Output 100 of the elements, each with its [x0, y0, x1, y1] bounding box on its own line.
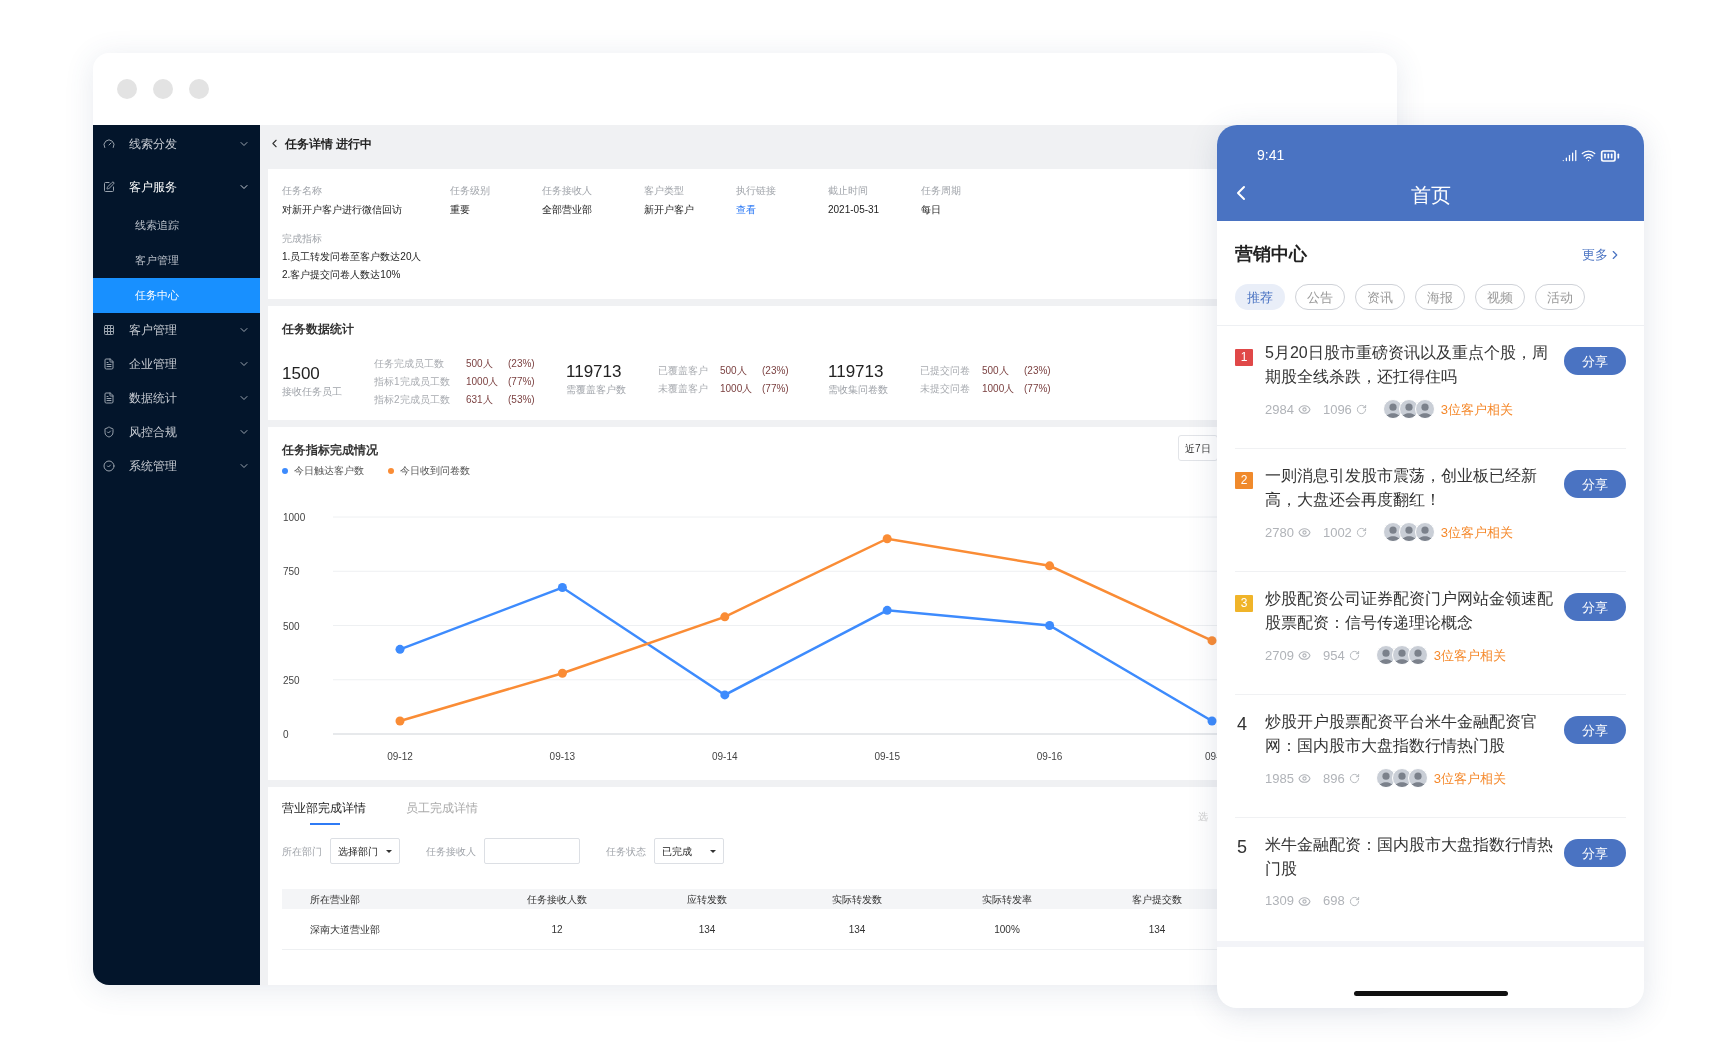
- stat-count: 631人: [466, 393, 494, 407]
- rank-number: 4: [1236, 714, 1247, 735]
- eye-icon: [1297, 402, 1311, 416]
- data-point: [720, 612, 730, 622]
- axis-label: 09-14: [712, 751, 738, 762]
- table-cell-text: 12: [551, 922, 563, 937]
- section-title: 营销中心: [1235, 243, 1307, 267]
- menu-icon: [103, 358, 115, 370]
- field-label: 截止时间: [828, 184, 869, 198]
- share-button[interactable]: 分享: [1564, 716, 1626, 745]
- nav-title: 首页: [1410, 183, 1451, 208]
- data-point: [395, 644, 405, 654]
- table-cell-text: 100%: [994, 922, 1020, 937]
- sidebar-item[interactable]: 企业管理: [93, 347, 260, 381]
- submenu-item[interactable]: 客户管理: [93, 243, 260, 278]
- column-header: 实际转发率: [982, 892, 1032, 907]
- column-header: 任务接收人数: [527, 892, 587, 907]
- field-label: 执行链接: [736, 184, 776, 198]
- article-title: 炒股开户股票配资平台米牛金融配资官网：国内股市大盘指数行情热门股: [1265, 712, 1538, 757]
- stat-percent: (77%): [1024, 382, 1051, 396]
- field-value: 对新开户客户进行微信回访: [282, 203, 402, 217]
- caret-icon: [386, 849, 392, 853]
- stat-label: 已提交问卷: [920, 364, 971, 378]
- rank-badge: 2: [1235, 471, 1253, 489]
- tab[interactable]: 营业部完成详情: [282, 799, 366, 825]
- related-customers: 3位客户相关: [1440, 523, 1514, 542]
- category-chip[interactable]: 推荐: [1235, 284, 1285, 311]
- article-title: 一则消息引发股市震荡，创业板已经新高，大盘还会再度翻红！: [1265, 466, 1538, 511]
- field-value: 全部营业部: [542, 203, 592, 217]
- share-button[interactable]: 分享: [1564, 347, 1626, 376]
- rank-badge: 1: [1235, 348, 1253, 366]
- axis-label: 09-13: [549, 751, 576, 762]
- data-point: [1045, 621, 1055, 630]
- axis-label: 500: [283, 620, 300, 632]
- data-point: [1045, 561, 1055, 571]
- share-icon: [1348, 649, 1360, 661]
- field-label: 任务级别: [450, 184, 490, 198]
- stat-count: 1000人: [982, 382, 1016, 396]
- stat-label: 指标1完成员工数: [374, 375, 451, 389]
- filter-label: 所在部门: [282, 844, 322, 859]
- legend-label: 今日收到问卷数: [400, 464, 470, 478]
- stat-value: 119713: [566, 362, 623, 382]
- stat-percent: (77%): [508, 375, 535, 389]
- avatar: [1407, 645, 1428, 666]
- eye-icon: [1297, 894, 1311, 908]
- column-header: 应转发数: [687, 892, 727, 907]
- data-point: [1207, 716, 1217, 726]
- related-customers: 3位客户相关: [1433, 769, 1506, 788]
- page-title: 任务详情 进行中: [285, 135, 373, 153]
- view-count: 1309: [1265, 892, 1294, 911]
- axis-label: 1000: [283, 512, 306, 523]
- sidebar-item[interactable]: 数据统计: [93, 381, 260, 415]
- stat-count: 500人: [466, 357, 494, 371]
- data-point: [557, 668, 567, 678]
- share-button[interactable]: 分享: [1564, 839, 1626, 868]
- stat-label: 指标2完成员工数: [374, 393, 451, 407]
- more-link[interactable]: 更多: [1582, 245, 1622, 265]
- eye-icon: [1297, 771, 1311, 785]
- sidebar-item[interactable]: 系统管理: [93, 449, 260, 483]
- column-header: 实际转发数: [832, 892, 882, 907]
- select-field[interactable]: 选择部门: [330, 838, 400, 864]
- sidebar-item[interactable]: 客户管理: [93, 313, 260, 347]
- view-count: 2984: [1265, 400, 1294, 419]
- submenu-item[interactable]: 线索追踪: [93, 208, 260, 243]
- sidebar-item[interactable]: 客户服务: [93, 170, 260, 204]
- stat-percent: (53%): [508, 393, 535, 407]
- share-button[interactable]: 分享: [1564, 470, 1626, 499]
- caret-icon: [710, 849, 716, 853]
- criteria-label: 完成指标: [282, 232, 323, 246]
- select-field[interactable]: 已完成: [654, 838, 724, 864]
- share-count: 1096: [1322, 400, 1352, 419]
- field-value: 每日: [921, 203, 942, 217]
- share-count: 1002: [1322, 523, 1352, 542]
- stat-caption: 接收任务员工: [282, 385, 343, 399]
- column-header: 所在营业部: [309, 892, 361, 907]
- article-title: 米牛金融配资：国内股市大盘指数行情热门股: [1265, 835, 1554, 880]
- sidebar-item[interactable]: 风控合规: [93, 415, 260, 449]
- field-label: 任务名称: [282, 184, 323, 198]
- data-point: [557, 583, 567, 593]
- share-button[interactable]: 分享: [1564, 593, 1626, 622]
- rank-number: 5: [1236, 837, 1247, 858]
- submenu-item[interactable]: 任务中心: [93, 278, 260, 313]
- section-title: 任务数据统计: [282, 321, 355, 338]
- article-title: 炒股配资公司证券配资门户网站金领速配股票配资：信号传递理论概念: [1265, 589, 1554, 634]
- field-value: 新开户客户: [644, 203, 694, 217]
- section-title: 任务指标完成情况: [282, 442, 378, 459]
- table-cell-text: 深南大道营业部: [309, 922, 381, 937]
- stat-percent: (77%): [762, 382, 789, 396]
- rank-badge: 3: [1235, 594, 1253, 612]
- share-icon: [1348, 895, 1360, 907]
- view-count: 1985: [1265, 769, 1294, 788]
- range-button[interactable]: 近7日: [1178, 435, 1218, 461]
- share-count: 954: [1322, 646, 1345, 665]
- signal-icon: [1562, 148, 1577, 163]
- share-count: 698: [1322, 892, 1345, 911]
- sidebar-item[interactable]: 线索分发: [93, 127, 260, 161]
- data-point: [395, 716, 405, 726]
- view-link[interactable]: 查看: [736, 202, 776, 217]
- axis-label: 750: [283, 566, 300, 578]
- input-field[interactable]: [484, 838, 580, 864]
